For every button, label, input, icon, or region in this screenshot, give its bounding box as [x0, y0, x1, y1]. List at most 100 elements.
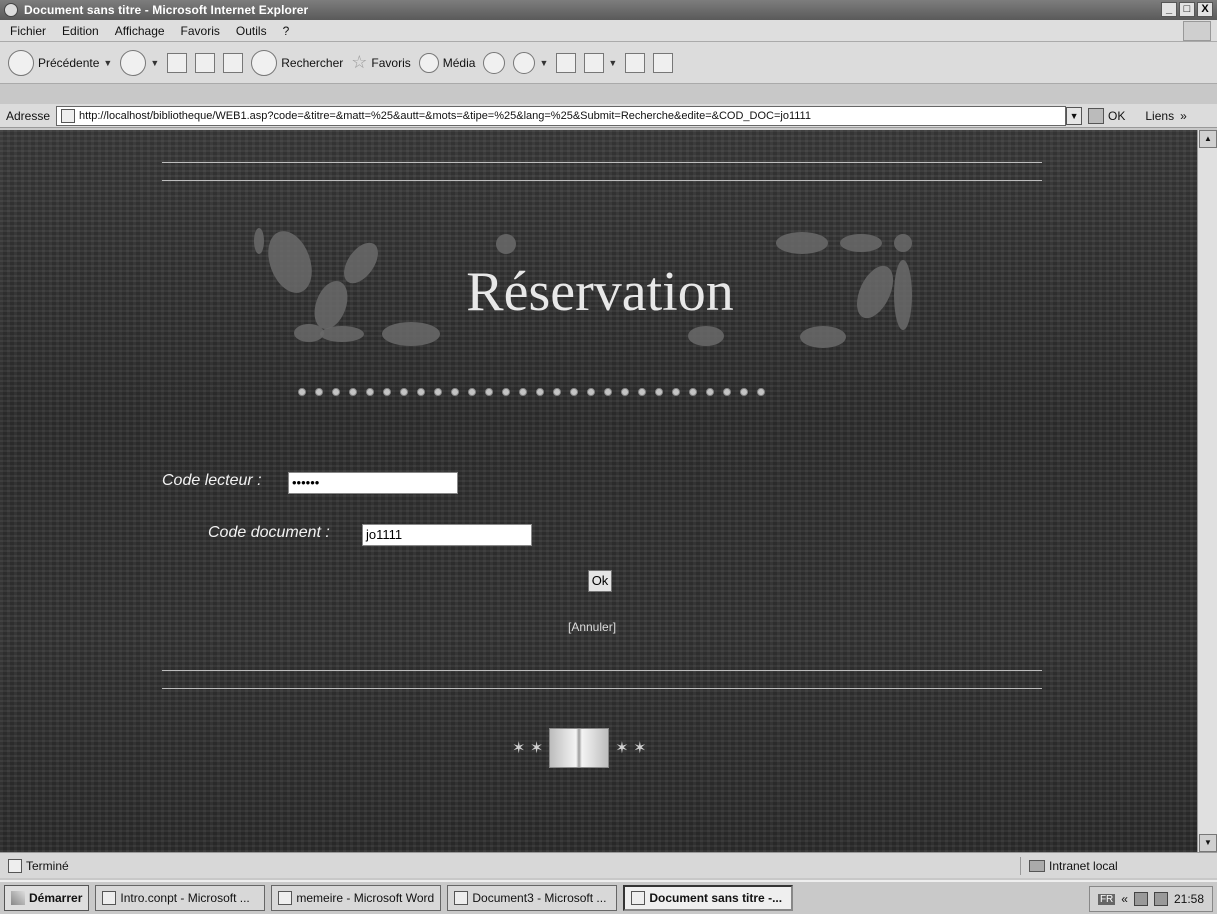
- dotted-ornament: [298, 388, 765, 396]
- task-label: memeire - Microsoft Word: [296, 891, 435, 905]
- tray-expand-icon[interactable]: «: [1121, 892, 1128, 906]
- forward-button[interactable]: ▼: [120, 49, 159, 76]
- task-label: Intro.conpt - Microsoft ...: [120, 891, 250, 905]
- scroll-up-icon[interactable]: ▲: [1199, 130, 1217, 148]
- history-icon[interactable]: [483, 51, 506, 74]
- go-button[interactable]: OK: [1088, 107, 1126, 124]
- double-chevron-icon[interactable]: »: [1180, 109, 1187, 123]
- status-text: Terminé: [26, 858, 69, 873]
- search-button[interactable]: Rechercher: [251, 49, 344, 76]
- favorites-button[interactable]: ☆ Favoris: [351, 52, 410, 73]
- stop-icon[interactable]: [167, 52, 188, 73]
- mail-button[interactable]: ▼: [513, 51, 548, 74]
- start-label: Démarrer: [29, 891, 83, 905]
- back-arrow-icon: [8, 49, 34, 76]
- taskbar-item-memeire[interactable]: memeire - Microsoft Word: [271, 885, 442, 911]
- address-label: Adresse: [6, 108, 51, 123]
- title-bar: Document sans titre - Microsoft Internet…: [0, 0, 1217, 20]
- address-dropdown-icon[interactable]: ▼: [1066, 106, 1083, 125]
- links-label[interactable]: Liens: [1145, 109, 1174, 123]
- ok-button[interactable]: Ok: [588, 570, 612, 592]
- security-zone: Intranet local: [1020, 857, 1118, 875]
- taskbar-item-document3[interactable]: Document3 - Microsoft ...: [447, 885, 618, 911]
- ie-logo-icon: [4, 3, 18, 17]
- zone-label: Intranet local: [1049, 859, 1118, 873]
- cancel-link[interactable]: [Annuler]: [568, 620, 616, 634]
- top-divider-1: [162, 162, 1042, 163]
- taskbar-item-intro[interactable]: Intro.conpt - Microsoft ...: [95, 885, 266, 911]
- print-icon[interactable]: [556, 52, 577, 73]
- start-button[interactable]: Démarrer: [4, 885, 90, 911]
- window-controls: _ □ X: [1161, 2, 1213, 17]
- word-icon: [584, 52, 605, 73]
- chevron-down-icon[interactable]: ▼: [150, 58, 159, 68]
- back-button[interactable]: Précédente ▼: [8, 49, 112, 76]
- chevron-down-icon[interactable]: ▼: [103, 58, 112, 68]
- code-lecteur-label: Code lecteur :: [162, 472, 262, 489]
- status-bar: Terminé Intranet local: [0, 852, 1217, 878]
- back-label: Précédente: [38, 55, 100, 70]
- footer-decoration: ✶ ✶ ✶ ✶: [512, 728, 647, 768]
- bottom-divider-2: [162, 688, 1042, 689]
- maximize-button[interactable]: □: [1179, 2, 1195, 17]
- go-label: OK: [1108, 108, 1126, 123]
- vertical-scrollbar[interactable]: ▲ ▼: [1197, 130, 1217, 852]
- go-arrow-icon: [1088, 107, 1105, 124]
- address-url: http://localhost/bibliotheque/WEB1.asp?c…: [79, 109, 811, 122]
- media-icon: [418, 52, 439, 73]
- page-icon: [61, 108, 76, 123]
- refresh-icon[interactable]: [195, 52, 216, 73]
- menu-favoris[interactable]: Favoris: [181, 24, 220, 38]
- search-icon: [251, 49, 278, 76]
- close-button[interactable]: X: [1197, 2, 1213, 17]
- menu-edition[interactable]: Edition: [62, 24, 99, 38]
- windows-logo-icon: [11, 891, 25, 905]
- scroll-down-icon[interactable]: ▼: [1199, 834, 1217, 852]
- taskbar: Démarrer Intro.conpt - Microsoft ... mem…: [0, 880, 1217, 914]
- intranet-icon: [1029, 860, 1045, 872]
- page-heading: Réservation: [466, 261, 734, 323]
- mail-icon: [513, 51, 536, 74]
- home-icon[interactable]: [223, 52, 244, 73]
- media-button[interactable]: Média: [418, 52, 476, 73]
- forward-arrow-icon: [120, 49, 147, 76]
- search-label: Rechercher: [281, 55, 344, 70]
- messenger-icon[interactable]: [653, 52, 674, 73]
- chevron-down-icon[interactable]: ▼: [539, 58, 548, 68]
- book-icon: [549, 728, 610, 768]
- address-input[interactable]: http://localhost/bibliotheque/WEB1.asp?c…: [56, 105, 1067, 126]
- page-done-icon: [8, 858, 22, 873]
- taskbar-item-ie[interactable]: Document sans titre -...: [623, 885, 794, 911]
- media-label: Média: [442, 55, 476, 70]
- code-document-field[interactable]: jo1111: [362, 524, 532, 546]
- star-icon: ✶ ✶: [615, 740, 647, 757]
- system-tray: FR « 21:58: [1088, 886, 1213, 912]
- word-document-icon: [454, 891, 469, 905]
- chevron-down-icon[interactable]: ▼: [608, 58, 617, 68]
- standard-toolbar: Précédente ▼ ▼ Rechercher ☆ Favoris Médi…: [0, 42, 1217, 84]
- menu-fichier[interactable]: Fichier: [10, 24, 46, 38]
- discuss-icon[interactable]: [625, 52, 646, 73]
- address-bar: Adresse http://localhost/bibliotheque/WE…: [0, 104, 1217, 128]
- menu-outils[interactable]: Outils: [236, 24, 267, 38]
- minimize-button[interactable]: _: [1161, 2, 1177, 17]
- ie-page-icon: [631, 891, 646, 905]
- bottom-divider-1: [162, 670, 1042, 671]
- menu-affichage[interactable]: Affichage: [115, 24, 165, 38]
- favorites-label: Favoris: [371, 55, 411, 70]
- volume-icon[interactable]: [1153, 892, 1168, 906]
- network-icon[interactable]: [1133, 892, 1148, 906]
- page-content: Réservation Code lecteur : •••••• Code d…: [0, 130, 1197, 852]
- star-icon: ☆: [351, 52, 368, 72]
- code-lecteur-field[interactable]: ••••••: [288, 472, 458, 494]
- task-label: Document sans titre -...: [649, 891, 783, 905]
- language-indicator[interactable]: FR: [1097, 893, 1116, 905]
- windows-flag-icon: [1183, 21, 1211, 41]
- clock: 21:58: [1173, 892, 1204, 906]
- top-divider-2: [162, 180, 1042, 181]
- word-document-icon: [278, 891, 293, 905]
- edit-button[interactable]: ▼: [584, 52, 617, 73]
- menu-help[interactable]: ?: [283, 24, 290, 38]
- window-title: Document sans titre - Microsoft Internet…: [24, 3, 309, 17]
- code-document-label: Code document :: [208, 524, 330, 541]
